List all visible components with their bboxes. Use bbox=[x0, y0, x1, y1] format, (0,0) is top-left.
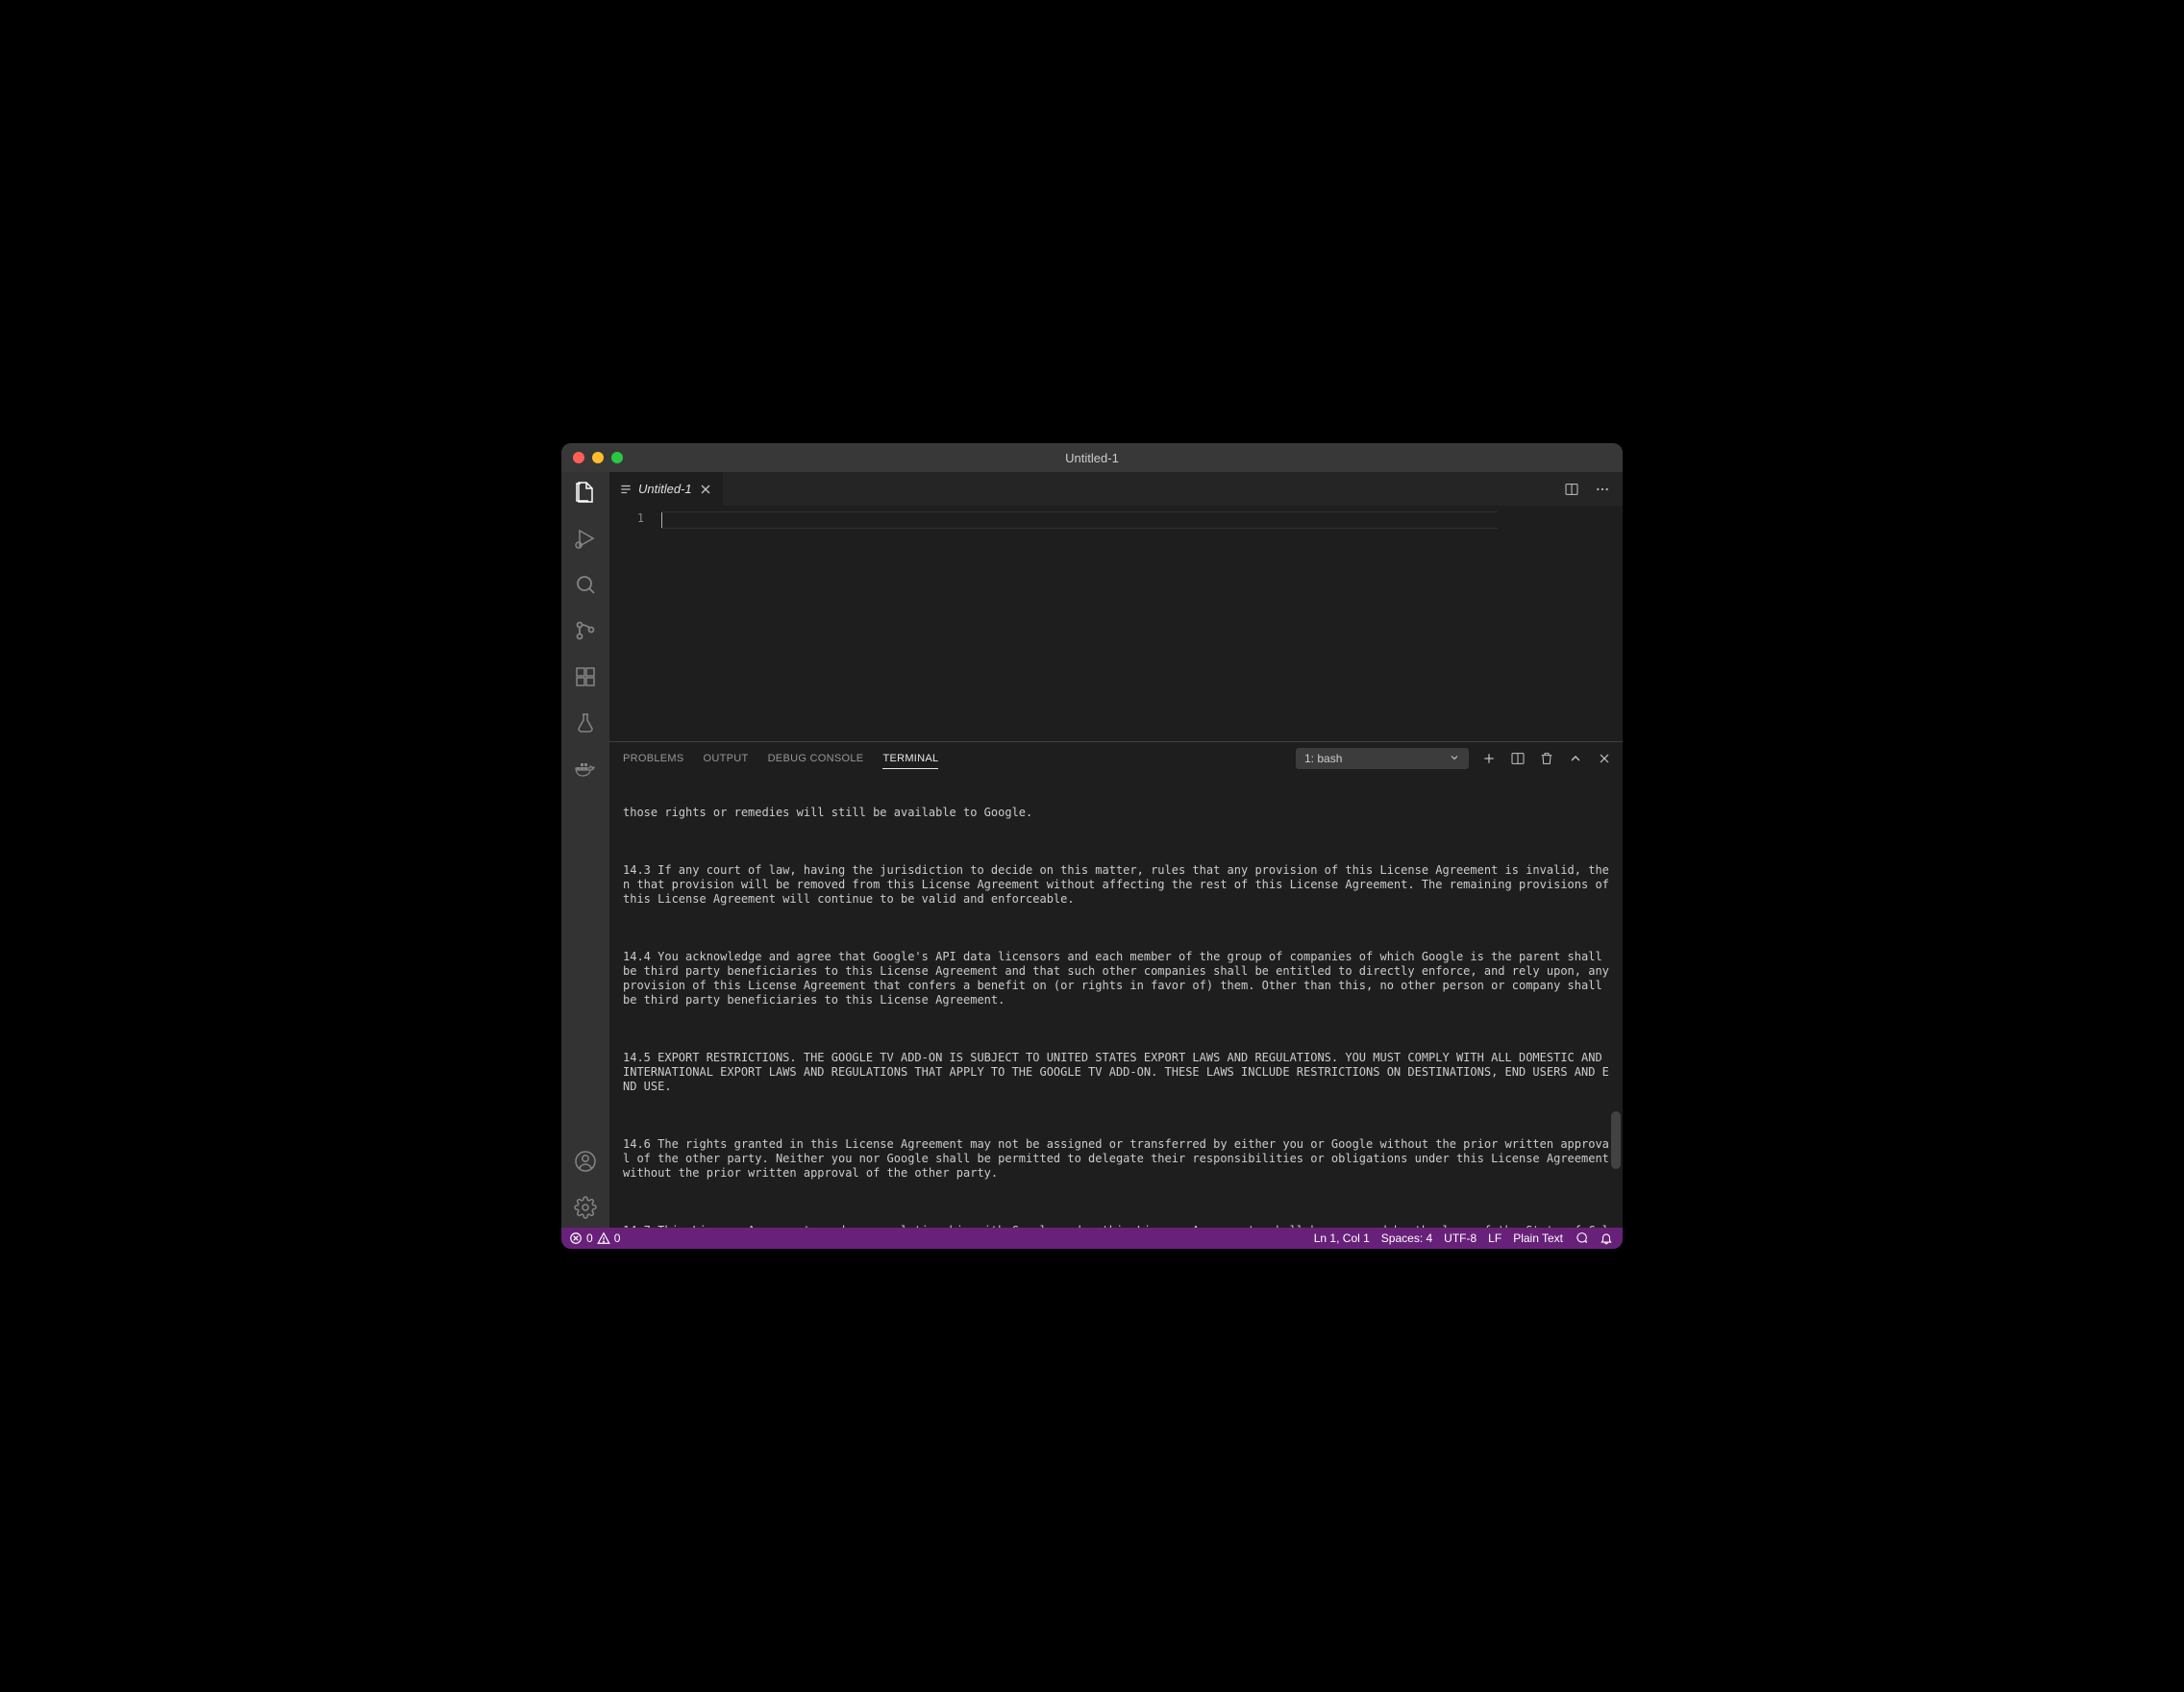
terminal-line: 14.6 The rights granted in this License … bbox=[623, 1137, 1609, 1181]
window-title: Untitled-1 bbox=[561, 451, 1623, 465]
close-window-button[interactable] bbox=[573, 452, 584, 463]
explorer-icon[interactable] bbox=[573, 480, 598, 505]
chevron-down-icon bbox=[1449, 752, 1460, 766]
line-gutter: 1 bbox=[609, 506, 661, 741]
editor-caret bbox=[661, 512, 662, 528]
search-icon[interactable] bbox=[573, 572, 598, 597]
editor-tab-bar: Untitled-1 bbox=[609, 472, 1623, 506]
terminal-shell-label: 1: bash bbox=[1304, 752, 1342, 765]
accounts-icon[interactable] bbox=[573, 1149, 598, 1174]
line-number: 1 bbox=[609, 511, 644, 525]
run-debug-icon[interactable] bbox=[573, 526, 598, 551]
activity-bar bbox=[561, 472, 609, 1228]
bottom-panel: PROBLEMS OUTPUT DEBUG CONSOLE TERMINAL 1… bbox=[609, 741, 1623, 1228]
file-icon bbox=[619, 483, 633, 496]
error-icon bbox=[569, 1232, 583, 1245]
window-controls bbox=[573, 452, 623, 463]
status-indent[interactable]: Spaces: 4 bbox=[1381, 1232, 1432, 1245]
source-control-icon[interactable] bbox=[573, 618, 598, 643]
split-editor-icon[interactable] bbox=[1563, 481, 1580, 498]
panel-tab-debug-console[interactable]: DEBUG CONSOLE bbox=[768, 749, 864, 769]
terminal-content[interactable]: those rights or remedies will still be a… bbox=[609, 775, 1623, 1228]
terminal-shell-select[interactable]: 1: bash bbox=[1296, 748, 1469, 769]
status-eol[interactable]: LF bbox=[1488, 1232, 1502, 1245]
minimize-window-button[interactable] bbox=[592, 452, 604, 463]
maximize-window-button[interactable] bbox=[611, 452, 623, 463]
titlebar[interactable]: Untitled-1 bbox=[561, 443, 1623, 472]
status-cursor-position[interactable]: Ln 1, Col 1 bbox=[1314, 1232, 1370, 1245]
terminal-scrollbar[interactable] bbox=[1611, 1111, 1621, 1169]
terminal-line: 14.3 If any court of law, having the jur… bbox=[623, 863, 1609, 907]
terminal-line: those rights or remedies will still be a… bbox=[623, 806, 1609, 820]
editor-content[interactable] bbox=[661, 506, 1623, 741]
docker-icon[interactable] bbox=[573, 757, 598, 782]
status-feedback-icon[interactable] bbox=[1575, 1232, 1588, 1245]
editor-tab-label: Untitled-1 bbox=[638, 482, 692, 496]
status-bar: 0 0 Ln 1, Col 1 Spaces: 4 UTF-8 LF Plain… bbox=[561, 1228, 1623, 1249]
panel-tab-problems[interactable]: PROBLEMS bbox=[623, 749, 684, 769]
editor-area[interactable]: 1 bbox=[609, 506, 1623, 741]
editor-tab[interactable]: Untitled-1 bbox=[609, 472, 724, 506]
status-encoding[interactable]: UTF-8 bbox=[1444, 1232, 1477, 1245]
status-errors-count: 0 bbox=[586, 1232, 593, 1245]
active-line-highlight bbox=[661, 511, 1498, 529]
app-window: Untitled-1 bbox=[561, 443, 1623, 1249]
more-actions-icon[interactable] bbox=[1594, 481, 1611, 498]
status-warnings-count: 0 bbox=[614, 1232, 621, 1245]
panel-tab-terminal[interactable]: TERMINAL bbox=[882, 749, 938, 769]
terminal-line: 14.4 You acknowledge and agree that Goog… bbox=[623, 950, 1609, 1008]
terminal-line: 14.7 This License Agreement, and your re… bbox=[623, 1224, 1609, 1228]
new-terminal-icon[interactable] bbox=[1480, 750, 1498, 767]
status-language[interactable]: Plain Text bbox=[1513, 1232, 1563, 1245]
warning-icon bbox=[597, 1232, 610, 1245]
status-errors[interactable]: 0 0 bbox=[569, 1232, 620, 1245]
status-notifications-icon[interactable] bbox=[1600, 1232, 1613, 1245]
terminal-line: 14.5 EXPORT RESTRICTIONS. THE GOOGLE TV … bbox=[623, 1051, 1609, 1094]
maximize-panel-icon[interactable] bbox=[1567, 750, 1584, 767]
testing-icon[interactable] bbox=[573, 710, 598, 735]
panel-tab-row: PROBLEMS OUTPUT DEBUG CONSOLE TERMINAL 1… bbox=[609, 742, 1623, 775]
panel-tab-output[interactable]: OUTPUT bbox=[704, 749, 749, 769]
split-terminal-icon[interactable] bbox=[1509, 750, 1526, 767]
extensions-icon[interactable] bbox=[573, 664, 598, 689]
settings-gear-icon[interactable] bbox=[573, 1195, 598, 1220]
close-tab-icon[interactable] bbox=[698, 482, 713, 497]
kill-terminal-icon[interactable] bbox=[1538, 750, 1555, 767]
close-panel-icon[interactable] bbox=[1596, 750, 1613, 767]
